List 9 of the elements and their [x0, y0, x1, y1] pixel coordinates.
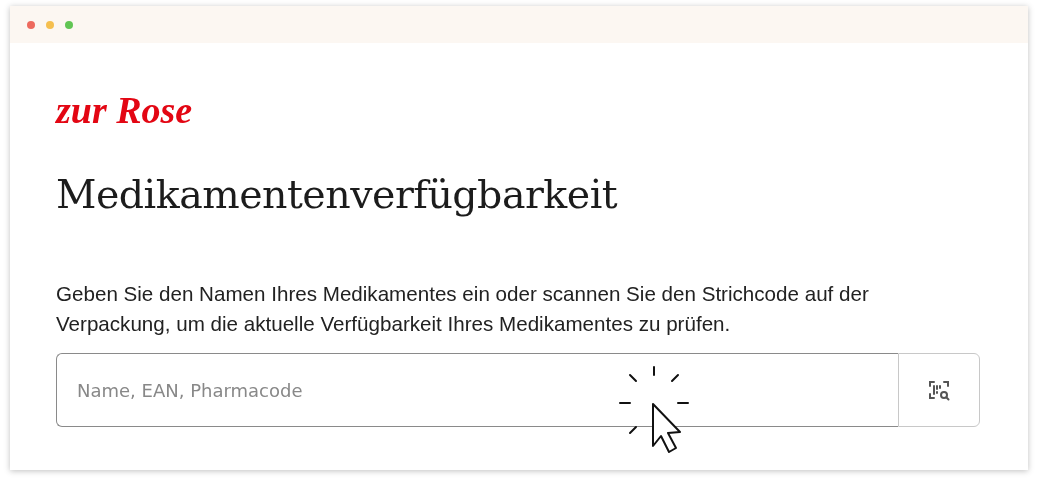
- barcode-scan-icon: [928, 379, 950, 401]
- page-title: Medikamentenverfügbarkeit: [56, 171, 619, 217]
- scan-button[interactable]: [898, 353, 980, 427]
- search-field[interactable]: Name, EAN, Pharmacode: [56, 353, 898, 427]
- logo: zur Rose: [56, 89, 193, 131]
- close-button[interactable]: [27, 20, 35, 29]
- maximize-button[interactable]: [65, 20, 73, 29]
- description: Geben Sie den Namen Ihres Medikamentes ein oder scannen Sie den Strichcode auf der Verpackung, um die aktuelle Verfügbarkeit Ihres Medikamentes zu prüfen.: [56, 281, 870, 337]
- minimize-button[interactable]: [46, 20, 54, 29]
